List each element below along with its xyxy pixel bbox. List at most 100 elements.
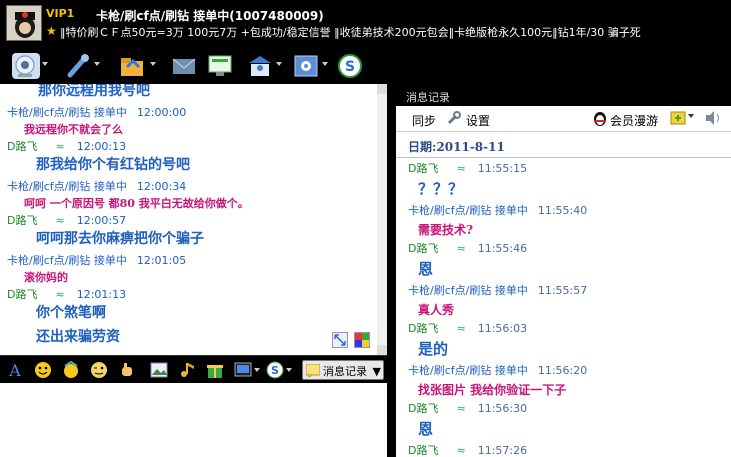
speaker-icon[interactable] bbox=[704, 110, 724, 129]
chevron-down-icon[interactable] bbox=[688, 114, 694, 118]
message-time: 12:00:00 bbox=[136, 106, 187, 119]
wrench-icon[interactable] bbox=[446, 110, 462, 129]
history-scrollbar[interactable] bbox=[377, 84, 387, 355]
sender-name: 卡枪/刷cf点/刷钻 接单中 bbox=[408, 364, 528, 377]
message-text: 需要技术? bbox=[418, 223, 474, 237]
svg-text:A: A bbox=[8, 361, 21, 379]
message-text: 呵呵 一个原因号 都80 我平白无故给你做个。 bbox=[24, 197, 249, 210]
avatar[interactable] bbox=[6, 5, 42, 41]
message-time: 12:01:05 bbox=[136, 254, 187, 267]
settings-icon[interactable] bbox=[292, 53, 320, 79]
webcam-icon[interactable] bbox=[12, 53, 40, 79]
status-wave-icon: ≈ bbox=[456, 162, 466, 175]
sender-name: 卡枪/刷cf点/刷钻 接单中 bbox=[408, 284, 528, 297]
penguin-icon bbox=[592, 110, 608, 129]
chevron-down-icon[interactable] bbox=[150, 62, 156, 66]
wink-icon[interactable] bbox=[90, 361, 108, 379]
music-icon[interactable] bbox=[178, 361, 196, 379]
svg-text:S: S bbox=[345, 59, 355, 75]
sogou-icon[interactable]: S bbox=[336, 53, 364, 79]
message-time: 11:56:20 bbox=[537, 364, 588, 377]
message-meta: D路飞 ≈11:56:30 bbox=[408, 400, 527, 416]
message-meta: D路飞 ≈12:00:57 bbox=[7, 212, 126, 228]
format-bar: A S 消息记录 ▼ bbox=[0, 355, 388, 383]
message-text: 是的 bbox=[418, 340, 449, 358]
message-meta: 卡枪/刷cf点/刷钻 接单中 12:00:00 bbox=[7, 104, 186, 120]
microphone-icon[interactable] bbox=[64, 53, 92, 79]
message-text: 还出来骗劳资 bbox=[36, 329, 120, 345]
magic-face-icon[interactable] bbox=[62, 360, 80, 379]
screen-share-icon[interactable] bbox=[206, 53, 234, 79]
message-text: 呵呵那去你麻痹把你个骗子 bbox=[36, 231, 204, 247]
chevron-down-icon[interactable] bbox=[42, 62, 48, 66]
status-wave-icon: ≈ bbox=[456, 402, 466, 415]
date-header: 日期:2011-8-11 bbox=[396, 132, 731, 158]
message-record-icon bbox=[305, 363, 321, 380]
right-panel-toolbar: 同步 设置 会员漫游 bbox=[396, 106, 731, 132]
message-record-button[interactable]: 消息记录 ▼ bbox=[302, 360, 384, 380]
message-time: 12:00:57 bbox=[76, 214, 127, 227]
chevron-down-icon[interactable] bbox=[254, 368, 260, 372]
color-palette-icon[interactable] bbox=[354, 332, 370, 348]
sender-name: D路飞 bbox=[408, 242, 439, 255]
member-roaming-button[interactable]: 会员漫游 bbox=[610, 112, 658, 129]
settings-button[interactable]: 设置 bbox=[466, 112, 490, 129]
smiley-icon[interactable] bbox=[34, 361, 52, 379]
message-meta: D路飞 ≈11:55:46 bbox=[408, 240, 527, 256]
panel-divider[interactable] bbox=[387, 84, 396, 457]
screenshot-icon[interactable] bbox=[234, 361, 252, 379]
image-icon[interactable] bbox=[150, 361, 168, 379]
status-wave-icon: ≈ bbox=[55, 140, 65, 153]
chat-toolbar: S bbox=[0, 50, 731, 84]
sender-name: 卡枪/刷cf点/刷钻 接单中 bbox=[408, 204, 528, 217]
message-meta: D路飞 ≈11:55:15 bbox=[408, 160, 527, 176]
expand-icon[interactable] bbox=[332, 332, 348, 348]
message-time: 11:55:57 bbox=[537, 284, 588, 297]
message-meta: 卡枪/刷cf点/刷钻 接单中 11:56:20 bbox=[408, 362, 587, 378]
chevron-down-icon[interactable] bbox=[276, 62, 282, 66]
message-time: 11:55:15 bbox=[477, 162, 528, 175]
message-meta: D路飞 ≈12:00:13 bbox=[7, 138, 126, 154]
sogou-small-icon[interactable]: S bbox=[266, 361, 284, 379]
chat-history[interactable]: 那你远程用我号吧卡枪/刷cf点/刷钻 接单中 12:00:00 我远程你不就会了么 D… bbox=[0, 84, 387, 355]
mail-icon[interactable] bbox=[170, 53, 198, 79]
message-meta: 卡枪/刷cf点/刷钻 接单中 11:55:57 bbox=[408, 282, 587, 298]
message-text: 真人秀 bbox=[418, 303, 455, 317]
message-input[interactable] bbox=[0, 383, 387, 457]
gift-icon[interactable] bbox=[206, 361, 224, 379]
message-text: ？？？ bbox=[418, 180, 464, 198]
message-meta: 卡枪/刷cf点/刷钻 接单中 12:01:05 bbox=[7, 252, 186, 268]
status-wave-icon: ≈ bbox=[55, 214, 65, 227]
sender-name: 卡枪/刷cf点/刷钻 接单中 bbox=[7, 106, 127, 119]
message-meta: D路飞 ≈12:01:13 bbox=[7, 286, 126, 302]
sync-button[interactable]: 同步 bbox=[412, 112, 436, 129]
chevron-down-icon[interactable] bbox=[94, 62, 100, 66]
nudge-hand-icon[interactable] bbox=[118, 361, 136, 379]
message-time: 12:01:13 bbox=[76, 288, 127, 301]
message-record-label: 消息记录 bbox=[323, 365, 367, 378]
font-icon[interactable]: A bbox=[6, 361, 24, 380]
sender-name: D路飞 bbox=[408, 444, 439, 457]
message-meta: D路飞 ≈11:57:26 bbox=[408, 442, 527, 457]
sender-name: D路飞 bbox=[7, 140, 38, 153]
chevron-down-icon[interactable] bbox=[322, 62, 328, 66]
message-record-list[interactable]: 日期:2011-8-11 D路飞 ≈11:55:15 ？？？ 卡枪/刷cf点/刷钻 接… bbox=[396, 132, 731, 457]
folder-icon[interactable] bbox=[118, 53, 146, 79]
message-text: 那你远程用我号吧 bbox=[38, 84, 150, 99]
message-text: 那我给你个有红钻的号吧 bbox=[36, 157, 190, 173]
status-wave-icon: ≈ bbox=[55, 288, 65, 301]
chevron-down-icon[interactable] bbox=[286, 368, 292, 372]
sender-name: 卡枪/刷cf点/刷钻 接单中 bbox=[7, 254, 127, 267]
message-text: 我远程你不就会了么 bbox=[24, 123, 123, 136]
message-text: 恩 bbox=[418, 420, 434, 438]
message-meta: D路飞 ≈11:56:03 bbox=[408, 320, 527, 336]
message-time: 12:00:34 bbox=[136, 180, 187, 193]
message-time: 11:55:46 bbox=[477, 242, 528, 255]
add-tool-icon[interactable] bbox=[670, 110, 688, 129]
message-time: 12:00:13 bbox=[76, 140, 127, 153]
message-time: 11:56:03 bbox=[477, 322, 528, 335]
message-meta: 卡枪/刷cf点/刷钻 接单中 11:55:40 bbox=[408, 202, 587, 218]
sender-name: D路飞 bbox=[408, 322, 439, 335]
vip-badge: VIP1 bbox=[46, 7, 75, 20]
contact-card-icon[interactable] bbox=[246, 53, 274, 79]
